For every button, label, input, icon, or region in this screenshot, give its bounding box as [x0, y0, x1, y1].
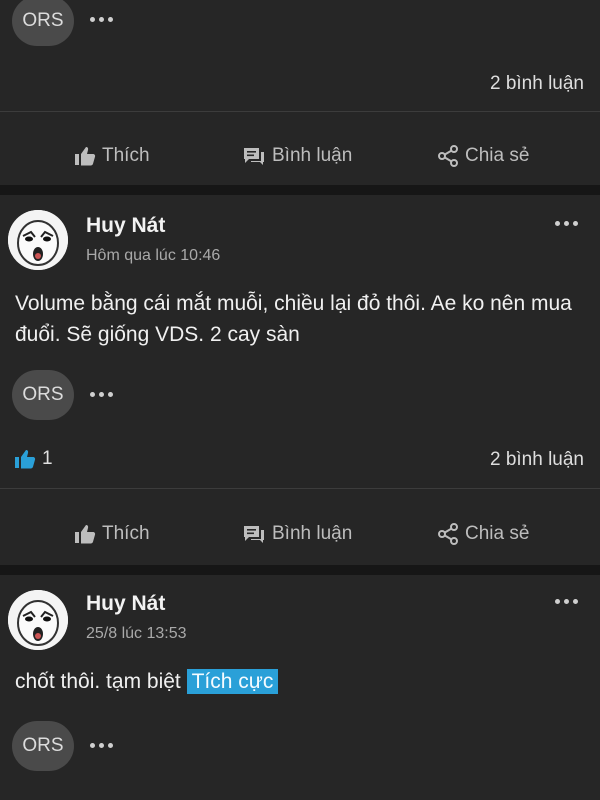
share-button[interactable]: Chia sẻ — [437, 126, 529, 186]
chip-more-icon[interactable] — [90, 743, 113, 748]
share-label: Chia sẻ — [465, 145, 530, 166]
post-time: Hôm qua lúc 10:46 — [86, 247, 221, 264]
comment-icon — [244, 526, 264, 543]
like-label: Thích — [102, 145, 150, 166]
avatar-meme-face — [8, 590, 68, 650]
stock-chip[interactable]: ORS — [12, 0, 74, 46]
share-icon — [438, 523, 458, 545]
post-time: 25/8 lúc 13:53 — [86, 625, 187, 642]
avatar-meme-face — [8, 210, 68, 270]
share-icon — [438, 145, 458, 167]
post-text: chốt thôi. tạm biệt Tích cực — [15, 666, 590, 697]
thumbs-up-icon — [75, 147, 96, 166]
action-bar: Thích Bình luận Chia sẻ — [0, 504, 600, 564]
comment-label: Bình luận — [272, 145, 353, 166]
share-label: Chia sẻ — [465, 523, 530, 544]
post-card: Huy Nát Hôm qua lúc 10:46 Volume bằng cá… — [0, 195, 600, 565]
comment-count[interactable]: 2 bình luận — [490, 73, 584, 95]
comment-button[interactable]: Bình luận — [242, 504, 352, 564]
comment-label: Bình luận — [272, 523, 353, 544]
author-name[interactable]: Huy Nát — [86, 592, 165, 616]
post-separator — [0, 565, 600, 575]
thumbs-up-icon — [15, 450, 36, 469]
post-text-body: chốt thôi. tạm biệt — [15, 670, 181, 693]
stock-chip[interactable]: ORS — [12, 721, 74, 771]
divider — [0, 111, 600, 112]
like-label: Thích — [102, 523, 150, 544]
post-text: Volume bằng cái mắt muỗi, chiều lại đỏ t… — [15, 292, 572, 346]
comment-count[interactable]: 2 bình luận — [490, 449, 584, 471]
stock-chip[interactable]: ORS — [12, 370, 74, 420]
like-button[interactable]: Thích — [74, 126, 150, 186]
divider — [0, 488, 600, 489]
thumbs-up-icon — [75, 525, 96, 544]
post-card: Huy Nát 25/8 lúc 13:53 chốt thôi. tạm bi… — [0, 575, 600, 800]
like-summary[interactable]: 1 — [14, 448, 53, 470]
post-card-top: ORS 2 bình luận Thích Bình luận Chia sẻ — [0, 0, 600, 185]
comment-icon — [244, 148, 264, 165]
author-name[interactable]: Huy Nát — [86, 214, 165, 238]
action-bar: Thích Bình luận Chia sẻ — [0, 126, 600, 186]
sentiment-tag[interactable]: Tích cực — [186, 669, 279, 694]
post-menu-icon[interactable] — [555, 599, 578, 604]
post-separator — [0, 185, 600, 195]
like-count: 1 — [42, 448, 53, 469]
share-button[interactable]: Chia sẻ — [437, 504, 529, 564]
like-button[interactable]: Thích — [74, 504, 150, 564]
comment-button[interactable]: Bình luận — [242, 126, 352, 186]
chip-more-icon[interactable] — [90, 17, 113, 22]
avatar[interactable] — [8, 590, 68, 650]
post-menu-icon[interactable] — [555, 221, 578, 226]
chip-more-icon[interactable] — [90, 392, 113, 397]
avatar[interactable] — [8, 210, 68, 270]
